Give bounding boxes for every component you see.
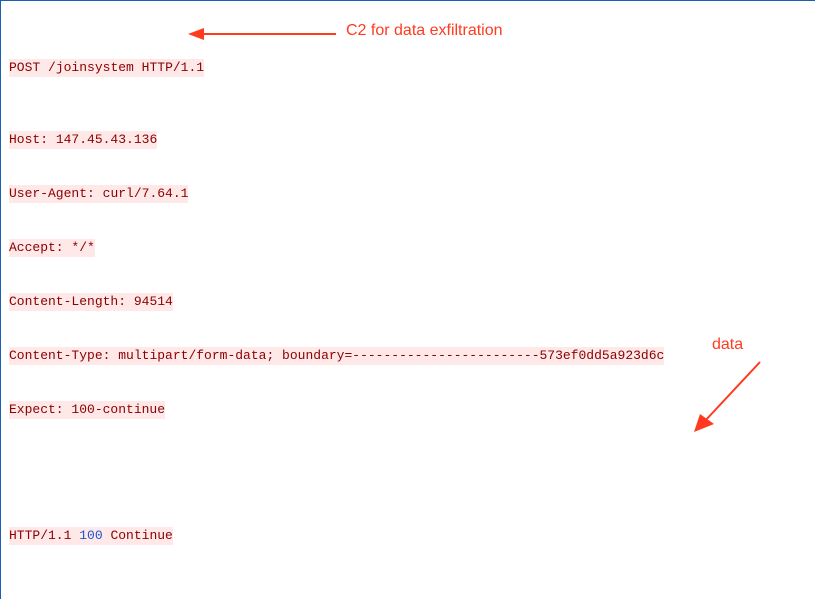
header-content-length: Content-Length: 94514 <box>9 293 815 311</box>
header-content-type: Content-Type: multipart/form-data; bound… <box>9 347 815 365</box>
header-host: Host: 147.45.43.136 <box>9 131 815 149</box>
header-accept: Accept: */* <box>9 239 815 257</box>
request-line: POST /joinsystem HTTP/1.1 <box>9 59 815 77</box>
method: POST <box>9 60 40 75</box>
header-expect: Expect: 100-continue <box>9 401 815 419</box>
response-status: HTTP/1.1 100 Continue <box>9 527 815 545</box>
header-user-agent: User-Agent: curl/7.64.1 <box>9 185 815 203</box>
blank-1 <box>9 455 815 473</box>
http-version: HTTP/1.1 <box>142 60 204 75</box>
blank-2 <box>9 581 815 599</box>
path: /joinsystem <box>48 60 134 75</box>
http-capture-pane: POST /joinsystem HTTP/1.1 Host: 147.45.4… <box>0 0 815 599</box>
